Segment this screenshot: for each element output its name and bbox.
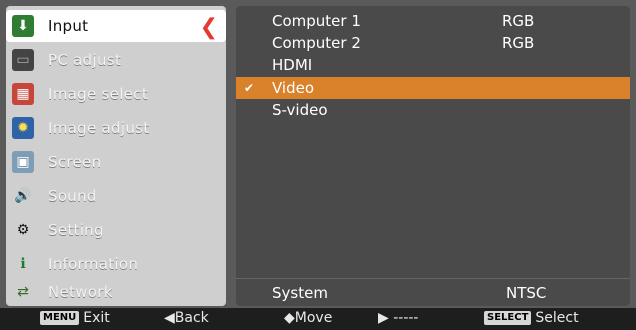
projector-menu: ⬇ Input ❮ ▭ PC adjust ▦ Image select ✹ I… xyxy=(0,0,636,308)
input-option-value: RGB xyxy=(502,12,535,30)
pc-adjust-icon: ▭ xyxy=(12,49,34,71)
back-label: ◀Back xyxy=(164,310,209,326)
input-option-hdmi[interactable]: HDMI xyxy=(236,54,630,76)
select-button-icon: SELECT xyxy=(484,311,532,325)
menu-item-label: Information xyxy=(48,255,139,273)
menu-item-pc-adjust[interactable]: ▭ PC adjust xyxy=(6,44,226,76)
information-icon: ℹ xyxy=(20,256,26,272)
input-option-s-video[interactable]: S-video xyxy=(236,99,630,121)
menu-item-label: Image adjust xyxy=(48,119,150,137)
screen-icon: ▣ xyxy=(12,151,34,173)
input-option-video[interactable]: ✔ Video xyxy=(236,77,630,99)
input-option-name: Computer 2 xyxy=(272,34,361,52)
menu-item-label: Sound xyxy=(48,187,97,205)
network-icon: ⇄ xyxy=(17,284,29,300)
image-adjust-icon: ✹ xyxy=(12,117,34,139)
menu-item-label: Screen xyxy=(48,153,102,171)
select-hint: SELECT Select xyxy=(484,310,579,326)
select-label: Select xyxy=(535,310,579,326)
input-option-name: S-video xyxy=(272,101,328,119)
menu-item-label: Input xyxy=(48,17,89,35)
input-option-name: Computer 1 xyxy=(272,12,361,30)
setting-icon: ⚙ xyxy=(16,222,30,238)
input-icon: ⬇ xyxy=(12,15,34,37)
back-hint: ◀Back xyxy=(164,310,209,326)
input-option-computer-1[interactable]: Computer 1 RGB xyxy=(236,10,630,32)
sound-icon: 🔊 xyxy=(14,188,32,204)
menu-item-image-select[interactable]: ▦ Image select xyxy=(6,78,226,110)
input-option-computer-2[interactable]: Computer 2 RGB xyxy=(236,32,630,54)
menu-item-input[interactable]: ⬇ Input ❮ xyxy=(6,10,226,42)
system-value: NTSC xyxy=(506,284,547,302)
exit-label: Exit xyxy=(83,310,110,326)
menu-button-icon: MENU xyxy=(40,311,80,325)
input-option-name: HDMI xyxy=(272,56,313,74)
menu-item-screen[interactable]: ▣ Screen xyxy=(6,146,226,178)
menu-item-label: Image select xyxy=(48,85,148,103)
system-label: System xyxy=(272,284,328,302)
menu-item-image-adjust[interactable]: ✹ Image adjust xyxy=(6,112,226,144)
right-label: ▶ ----- xyxy=(378,310,419,326)
menu-item-setting[interactable]: ⚙ Setting xyxy=(6,214,226,246)
image-select-icon: ▦ xyxy=(12,83,34,105)
move-label: ◆Move xyxy=(284,310,333,326)
exit-hint: MENU Exit xyxy=(40,310,110,326)
menu-item-sound[interactable]: 🔊 Sound xyxy=(6,180,226,212)
menu-item-label: Setting xyxy=(48,221,104,239)
input-option-name: Video xyxy=(272,79,315,97)
right-hint: ▶ ----- xyxy=(378,310,418,326)
divider xyxy=(236,278,630,279)
checkmark-icon: ✔ xyxy=(244,81,255,95)
menu-item-label: PC adjust xyxy=(48,51,122,69)
selection-arrow-icon: ❮ xyxy=(199,15,218,40)
main-menu: ⬇ Input ❮ ▭ PC adjust ▦ Image select ✹ I… xyxy=(6,6,226,306)
button-hint-bar: MENU Exit ◀Back ◆Move ▶ ----- SELECT Sel… xyxy=(0,308,636,330)
menu-item-network[interactable]: ⇄ Network xyxy=(6,276,226,308)
move-hint: ◆Move xyxy=(284,310,332,326)
input-option-value: RGB xyxy=(502,34,535,52)
input-submenu: Computer 1 RGB Computer 2 RGB HDMI ✔ Vid… xyxy=(236,6,630,306)
system-row[interactable]: System NTSC xyxy=(236,284,630,304)
menu-item-label: Network xyxy=(48,283,113,301)
